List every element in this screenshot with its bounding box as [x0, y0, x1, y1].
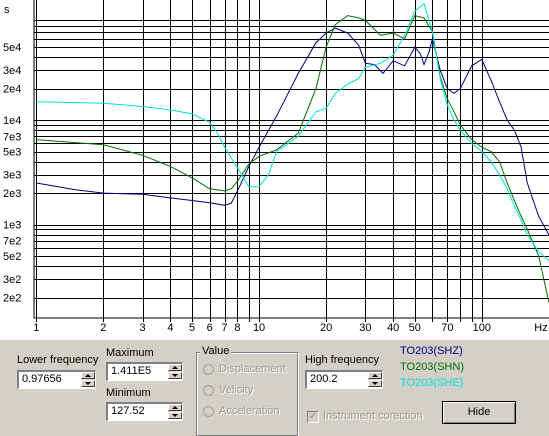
x-tick-label: 2	[100, 322, 106, 334]
y-tick-label: 3e3	[3, 170, 21, 182]
instrument-correction-checkbox[interactable]: ✓	[307, 411, 319, 423]
y-tick-label: 3e2	[3, 274, 21, 286]
x-tick-label: 50	[409, 322, 421, 334]
maximum-input[interactable]: 1.411E5	[106, 362, 183, 381]
y-axis-label: s	[4, 4, 10, 16]
spin-up-icon[interactable]	[81, 372, 95, 379]
acceleration-radio[interactable]	[203, 406, 214, 417]
instrument-correction-label: Instrument corection	[323, 410, 423, 422]
maximum-value: 1.411E5	[111, 365, 152, 377]
x-tick-label: 3	[140, 322, 146, 334]
minimum-value: 127.52	[111, 405, 145, 417]
y-tick-label: 5e3	[3, 147, 21, 159]
x-tick-label: 40	[387, 322, 399, 334]
displacement-label: Displacement	[219, 363, 286, 375]
x-tick-label: 6	[207, 322, 213, 334]
spin-down-icon[interactable]	[168, 412, 182, 419]
velocity-label: Velicity	[219, 384, 254, 396]
high-frequency-spinner[interactable]	[368, 372, 382, 387]
x-tick-label: 30	[359, 322, 371, 334]
high-frequency-value: 200.2	[310, 373, 338, 385]
lower-frequency-value: 0.97656	[22, 373, 62, 385]
y-tick-label: 7e2	[3, 236, 21, 248]
spin-up-icon[interactable]	[168, 364, 182, 371]
x-tick-label: 1	[33, 322, 39, 334]
acceleration-label: Acceleration	[219, 405, 280, 417]
y-tick-label: 3e4	[3, 65, 21, 77]
x-tick-label: 8	[234, 322, 240, 334]
x-tick-label: 4	[167, 322, 173, 334]
x-tick-label: 20	[320, 322, 332, 334]
maximum-label: Maximum	[106, 347, 154, 359]
y-tick-label: 1e3	[3, 220, 21, 232]
spin-up-icon[interactable]	[168, 404, 182, 411]
y-tick-label: 2e2	[3, 293, 21, 305]
spin-down-icon[interactable]	[81, 380, 95, 387]
spectrum-chart: 1 2 3 4 5 6 7 8 10 20 30 40 50 70 100 Hz 2e2 3e2 5e2 7e2 1e3…	[0, 0, 549, 340]
x-tick-label: 100	[473, 322, 491, 334]
x-tick-label: 10	[253, 322, 265, 334]
legend-item-shz: TO203(SHZ)	[400, 345, 463, 357]
legend-item-she: TO203(SHE)	[400, 377, 464, 389]
velocity-radio[interactable]	[203, 385, 214, 396]
axis-labels: 1 2 3 4 5 6 7 8 10 20 30 40 50 70 100 Hz 2e2 3e2 5e2 7e2 1e3…	[3, 4, 548, 334]
displacement-radio[interactable]	[203, 364, 214, 375]
minimum-label: Minimum	[106, 387, 151, 399]
spin-up-icon[interactable]	[368, 372, 382, 379]
y-tick-label: 7e3	[3, 131, 21, 143]
legend-item-shn: TO203(SHN)	[400, 361, 464, 373]
value-group-title: Value	[200, 345, 232, 357]
grid	[33, 0, 549, 322]
minimum-input[interactable]: 127.52	[106, 402, 183, 421]
x-tick-label: 70	[441, 322, 453, 334]
y-tick-label: 5e4	[3, 42, 21, 54]
spin-down-icon[interactable]	[368, 380, 382, 387]
lower-frequency-input[interactable]: 0.97656	[17, 370, 96, 389]
lower-frequency-spinner[interactable]	[81, 372, 95, 387]
high-frequency-input[interactable]: 200.2	[305, 370, 383, 389]
x-tick-label: 5	[189, 322, 195, 334]
spin-down-icon[interactable]	[168, 372, 182, 379]
maximum-spinner[interactable]	[168, 364, 182, 379]
y-tick-label: 2e3	[3, 188, 21, 200]
lower-frequency-label: Lower frequency	[17, 354, 99, 366]
x-tick-label: 7	[221, 322, 227, 334]
hide-button[interactable]: Hide	[442, 401, 516, 424]
y-tick-label: 5e2	[3, 251, 21, 263]
minimum-spinner[interactable]	[168, 404, 182, 419]
y-tick-label: 2e4	[3, 84, 21, 96]
y-tick-label: 1e4	[3, 115, 21, 127]
x-axis-label: Hz	[534, 322, 547, 334]
high-frequency-label: High frequency	[305, 354, 379, 366]
